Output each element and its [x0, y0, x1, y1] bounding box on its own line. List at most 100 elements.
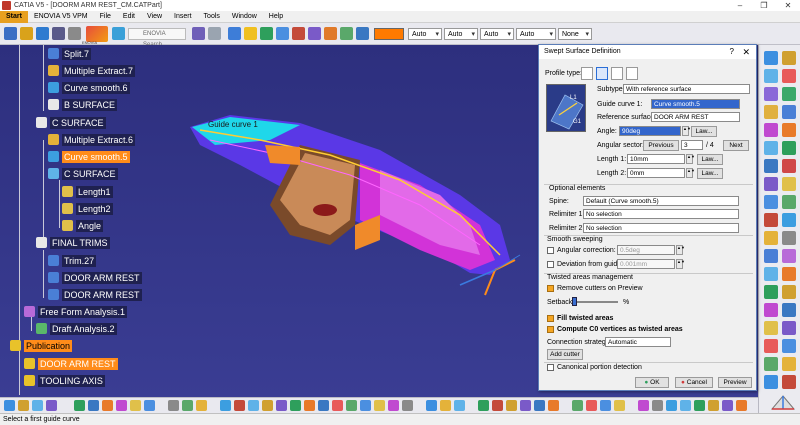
- query-icon[interactable]: [192, 27, 205, 40]
- sector-field[interactable]: 3: [681, 140, 703, 150]
- apply-material-icon[interactable]: [402, 400, 413, 411]
- fill-twisted-checkbox[interactable]: [547, 315, 554, 322]
- new-file-icon[interactable]: [4, 27, 17, 40]
- toolbar-customize-icon[interactable]: [708, 400, 719, 411]
- design-table-icon[interactable]: [182, 400, 193, 411]
- tree-item-tooling-axis[interactable]: TOOLING AXIS: [24, 373, 105, 388]
- line-type-combo[interactable]: Auto: [480, 28, 514, 40]
- next-button[interactable]: Next: [723, 140, 749, 151]
- profile-line-icon[interactable]: [596, 67, 608, 80]
- line-icon[interactable]: [782, 51, 796, 65]
- material-icon[interactable]: [388, 400, 399, 411]
- save-icon[interactable]: [36, 27, 49, 40]
- snap-icon[interactable]: [572, 400, 583, 411]
- hide-show-icon[interactable]: [276, 400, 287, 411]
- axis-system-icon[interactable]: [614, 400, 625, 411]
- angular-correction-field[interactable]: 0.5deg: [617, 245, 675, 255]
- options-icon[interactable]: [652, 400, 663, 411]
- menu-edit[interactable]: Edit: [117, 13, 141, 20]
- extract-surface-icon[interactable]: [764, 267, 778, 281]
- length1-law-button[interactable]: Law...: [697, 154, 723, 165]
- cut-icon[interactable]: [68, 27, 81, 40]
- mapping-icon[interactable]: [548, 400, 559, 411]
- extrude-surface-icon[interactable]: [764, 123, 778, 137]
- split-icon[interactable]: [356, 27, 369, 40]
- transparency-combo[interactable]: Auto: [408, 28, 442, 40]
- join-surface-icon[interactable]: [782, 195, 796, 209]
- tree-item-b-surface[interactable]: B SURFACE: [48, 97, 118, 112]
- sphere-icon[interactable]: [764, 141, 778, 155]
- reference-surface-field[interactable]: DOOR ARM REST: [651, 112, 740, 122]
- plug-in-icon[interactable]: [680, 400, 691, 411]
- report-icon[interactable]: [694, 400, 705, 411]
- knowledge-icon[interactable]: [196, 400, 207, 411]
- projection-icon[interactable]: [782, 69, 796, 83]
- translate-icon[interactable]: [782, 285, 796, 299]
- revolve-icon[interactable]: [782, 123, 796, 137]
- normal-view-icon[interactable]: [220, 400, 231, 411]
- tree-item-publication-door-arm-rest[interactable]: DOOR ARM REST: [24, 356, 118, 371]
- connection-strategy-select[interactable]: Automatic: [605, 337, 671, 347]
- length2-spinner[interactable]: ▲▼: [686, 168, 695, 178]
- curve-analysis-icon[interactable]: [478, 400, 489, 411]
- porcupine-icon[interactable]: [492, 400, 503, 411]
- trim-surface-icon[interactable]: [764, 249, 778, 263]
- tree-item-door-arm-rest-1[interactable]: DOOR ARM REST: [48, 270, 142, 285]
- split-surface-icon[interactable]: [782, 231, 796, 245]
- measure-icon[interactable]: [764, 357, 778, 371]
- comment-icon[interactable]: [722, 400, 733, 411]
- angle-field[interactable]: 90deg: [619, 126, 681, 136]
- menu-enovia[interactable]: ENOVIA V5 VPM: [28, 13, 94, 20]
- ground-icon[interactable]: [332, 400, 343, 411]
- highlight-icon[interactable]: [534, 400, 545, 411]
- tree-item-length2[interactable]: Length2: [62, 201, 113, 216]
- affinity-icon[interactable]: [782, 321, 796, 335]
- maximize-button[interactable]: ❐: [752, 1, 776, 10]
- swap-space-icon[interactable]: [290, 400, 301, 411]
- tree-item-door-arm-rest-2[interactable]: DOOR ARM REST: [48, 287, 142, 302]
- blend-surface-icon[interactable]: [764, 195, 778, 209]
- law-icon[interactable]: [782, 339, 796, 353]
- multi-section-icon[interactable]: [782, 177, 796, 191]
- remove-cutters-checkbox[interactable]: [547, 285, 554, 292]
- tree-item-publication[interactable]: Publication: [10, 338, 73, 353]
- deviation-spinner[interactable]: ▲▼: [676, 259, 685, 269]
- profile-circle-icon[interactable]: [611, 67, 623, 80]
- render-style-icon[interactable]: [374, 400, 385, 411]
- profile-conic-icon[interactable]: [626, 67, 638, 80]
- menu-view[interactable]: View: [141, 13, 168, 20]
- preview-button[interactable]: Preview: [718, 377, 752, 388]
- offset-icon[interactable]: [324, 27, 337, 40]
- join-icon[interactable]: [340, 27, 353, 40]
- help-icon[interactable]: ?: [730, 45, 734, 59]
- sketcher-icon[interactable]: [18, 400, 29, 411]
- formula-icon[interactable]: [168, 400, 179, 411]
- helix-icon[interactable]: [782, 105, 796, 119]
- fill-icon[interactable]: [292, 27, 305, 40]
- pan-icon[interactable]: [102, 400, 113, 411]
- mini-compass-icon[interactable]: [770, 394, 796, 412]
- tool-icon[interactable]: [208, 27, 221, 40]
- subtype-select[interactable]: With reference surface: [623, 84, 750, 94]
- angular-correction-spinner[interactable]: ▲▼: [676, 245, 685, 255]
- menu-help[interactable]: Help: [263, 13, 289, 20]
- spine-field[interactable]: Default (Curve smooth.5): [583, 196, 739, 206]
- tree-item-split7[interactable]: Split.7: [48, 46, 92, 61]
- catalog-icon[interactable]: [638, 400, 649, 411]
- offset-surface-icon[interactable]: [764, 159, 778, 173]
- guide-curve-field[interactable]: Curve smooth.5: [651, 99, 740, 109]
- tree-item-angle[interactable]: Angle: [62, 218, 104, 233]
- point-type-combo[interactable]: Auto: [516, 28, 556, 40]
- spline-icon[interactable]: [764, 105, 778, 119]
- surface-analysis-icon[interactable]: [506, 400, 517, 411]
- setback-slider-handle[interactable]: [572, 297, 577, 306]
- menu-insert[interactable]: Insert: [168, 13, 198, 20]
- tree-item-final-trims[interactable]: FINAL TRIMS: [36, 235, 110, 250]
- update-icon[interactable]: [46, 400, 57, 411]
- select-icon[interactable]: [4, 400, 15, 411]
- color-swatch[interactable]: [374, 28, 404, 40]
- tree-item-c-surface-sweep[interactable]: C SURFACE: [48, 166, 118, 181]
- zoom-in-icon[interactable]: [130, 400, 141, 411]
- inertia-icon[interactable]: [454, 400, 465, 411]
- extrude-icon[interactable]: [276, 27, 289, 40]
